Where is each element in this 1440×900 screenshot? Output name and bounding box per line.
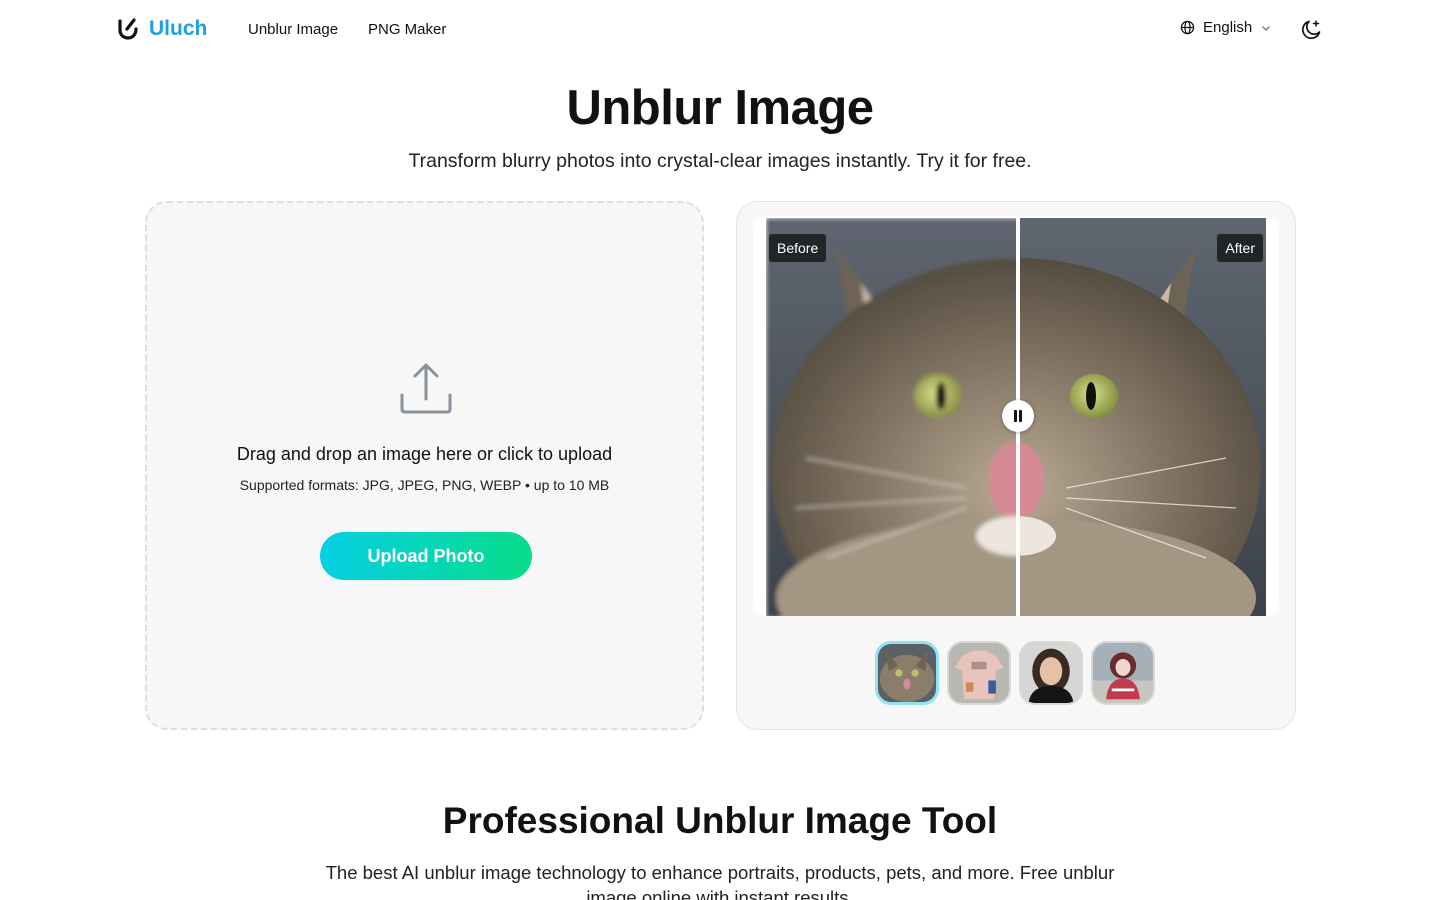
- upload-photo-button[interactable]: Upload Photo: [320, 532, 532, 580]
- u-logo-icon: [118, 18, 138, 40]
- site-header: Uluch Unblur Image PNG Maker English: [0, 0, 1440, 60]
- section-description: The best AI unblur image technology to e…: [325, 862, 1115, 900]
- sample-thumbnails: [875, 641, 1155, 705]
- after-badge: After: [1217, 234, 1263, 262]
- supported-formats: Supported formats: JPG, JPEG, PNG, WEBP …: [239, 477, 610, 493]
- before-badge: Before: [769, 234, 827, 262]
- thumbnail-t-shirt[interactable]: [947, 641, 1011, 705]
- globe-icon: [1180, 20, 1195, 35]
- thumbnail-cat[interactable]: [875, 641, 939, 705]
- upload-dropzone[interactable]: Drag and drop an image here or click to …: [145, 201, 704, 730]
- nav-png-maker[interactable]: PNG Maker: [368, 21, 446, 38]
- slider-handle[interactable]: [1002, 400, 1034, 432]
- cat-comparison-image[interactable]: Before After: [766, 218, 1266, 616]
- moon-sparkle-icon[interactable]: [1299, 18, 1323, 42]
- chevron-down-icon: [1262, 25, 1271, 31]
- dropzone-instruction: Drag and drop an image here or click to …: [236, 444, 613, 464]
- page-title: Unblur Image: [566, 81, 874, 135]
- language-selector[interactable]: English: [1180, 19, 1272, 36]
- thumbnail-doll[interactable]: [1091, 641, 1155, 705]
- comparison-frame: Before After: [753, 216, 1279, 616]
- brand-logo[interactable]: Uluch: [117, 17, 207, 41]
- thumbnail-portrait[interactable]: [1019, 641, 1083, 705]
- nav-unblur-image[interactable]: Unblur Image: [248, 21, 338, 38]
- before-after-preview: Before After: [736, 201, 1296, 730]
- upload-icon: [400, 363, 452, 414]
- section-title: Professional Unblur Image Tool: [442, 800, 998, 841]
- language-label: English: [1203, 19, 1253, 36]
- brand-name: Uluch: [149, 17, 208, 40]
- page-subtitle: Transform blurry photos into crystal-cle…: [408, 150, 1032, 172]
